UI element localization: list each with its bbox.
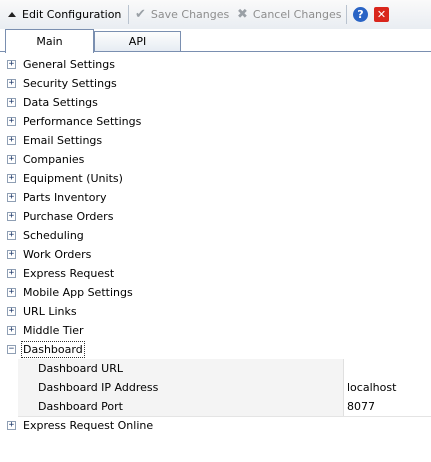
cancel-changes-label: Cancel Changes xyxy=(252,8,342,21)
tree-item-equipment-units[interactable]: + Equipment (Units) xyxy=(0,169,431,188)
tree-item-label: Middle Tier xyxy=(23,324,84,337)
cancel-changes-button[interactable]: ✖ Cancel Changes xyxy=(237,0,342,29)
property-name: Dashboard URL xyxy=(18,359,344,378)
save-changes-label: Save Changes xyxy=(150,8,230,21)
tree-item-security-settings[interactable]: + Security Settings xyxy=(0,74,431,93)
tab-api[interactable]: API xyxy=(94,31,181,51)
expand-plus-icon[interactable]: + xyxy=(7,421,16,430)
help-button[interactable]: ? xyxy=(353,0,368,29)
tree-item-label: Dashboard xyxy=(21,341,85,358)
tree-item-label: Mobile App Settings xyxy=(23,286,133,299)
edit-configuration-label: Edit Configuration xyxy=(22,8,122,21)
tab-main[interactable]: Main xyxy=(5,29,94,53)
save-changes-button[interactable]: ✔ Save Changes xyxy=(135,0,229,29)
property-row-dashboard-url: Dashboard URL xyxy=(18,359,431,379)
tree-item-label: Scheduling xyxy=(23,229,84,242)
tree-item-label: Data Settings xyxy=(23,96,98,109)
tree-item-label: Performance Settings xyxy=(23,115,142,128)
tree-item-dashboard[interactable]: − Dashboard xyxy=(0,340,431,359)
tree-item-label: Purchase Orders xyxy=(23,210,114,223)
property-name: Dashboard Port xyxy=(18,397,344,416)
tree-item-scheduling[interactable]: + Scheduling xyxy=(0,226,431,245)
expand-plus-icon[interactable]: + xyxy=(7,250,16,259)
property-name: Dashboard IP Address xyxy=(18,378,344,397)
tree-item-work-orders[interactable]: + Work Orders xyxy=(0,245,431,264)
tab-main-label: Main xyxy=(36,35,63,48)
dashboard-port-value[interactable]: 8077 xyxy=(344,397,431,416)
collapse-minus-icon[interactable]: − xyxy=(7,345,16,354)
dashboard-url-value[interactable] xyxy=(344,359,431,378)
close-button[interactable]: ✕ xyxy=(374,0,389,29)
tree-item-label: Work Orders xyxy=(23,248,92,261)
expand-plus-icon[interactable]: + xyxy=(7,98,16,107)
expand-plus-icon[interactable]: + xyxy=(7,326,16,335)
tree-item-label: Equipment (Units) xyxy=(23,172,123,185)
toolbar-separator xyxy=(128,5,129,24)
dashboard-ip-address-value[interactable]: localhost xyxy=(344,378,431,397)
expand-plus-icon[interactable]: + xyxy=(7,117,16,126)
toolbar-separator xyxy=(346,5,347,24)
help-icon: ? xyxy=(353,7,368,22)
expand-plus-icon[interactable]: + xyxy=(7,60,16,69)
toolbar: Edit Configuration ✔ Save Changes ✖ Canc… xyxy=(0,0,431,30)
tree-item-url-links[interactable]: + URL Links xyxy=(0,302,431,321)
expand-plus-icon[interactable]: + xyxy=(7,174,16,183)
tree-item-middle-tier[interactable]: + Middle Tier xyxy=(0,321,431,340)
tree-item-label: Email Settings xyxy=(23,134,103,147)
property-row-dashboard-ip-address: Dashboard IP Address localhost xyxy=(18,378,431,398)
tree-item-label: Companies xyxy=(23,153,85,166)
expand-plus-icon[interactable]: + xyxy=(7,155,16,164)
tab-api-label: API xyxy=(128,35,147,48)
tree-item-email-settings[interactable]: + Email Settings xyxy=(0,131,431,150)
expand-plus-icon[interactable]: + xyxy=(7,231,16,240)
edit-configuration-button[interactable]: Edit Configuration xyxy=(8,0,121,29)
expand-plus-icon[interactable]: + xyxy=(7,212,16,221)
expand-plus-icon[interactable]: + xyxy=(7,269,16,278)
tree-item-label: Security Settings xyxy=(23,77,117,90)
close-icon: ✕ xyxy=(374,7,389,22)
checkmark-icon: ✔ xyxy=(135,7,146,22)
expand-plus-icon[interactable]: + xyxy=(7,136,16,145)
tree-item-performance-settings[interactable]: + Performance Settings xyxy=(0,112,431,131)
tree-item-label: General Settings xyxy=(23,58,115,71)
expand-plus-icon[interactable]: + xyxy=(7,307,16,316)
expand-plus-icon[interactable]: + xyxy=(7,193,16,202)
expand-plus-icon[interactable]: + xyxy=(7,288,16,297)
tree-item-general-settings[interactable]: + General Settings xyxy=(0,55,431,74)
tree-item-label: Express Request Online xyxy=(23,419,154,432)
tree-item-companies[interactable]: + Companies xyxy=(0,150,431,169)
expand-plus-icon[interactable]: + xyxy=(7,79,16,88)
tree-item-express-request[interactable]: + Express Request xyxy=(0,264,431,283)
tree-item-label: URL Links xyxy=(23,305,77,318)
tree-item-data-settings[interactable]: + Data Settings xyxy=(0,93,431,112)
x-icon: ✖ xyxy=(237,7,248,22)
property-row-dashboard-port: Dashboard Port 8077 xyxy=(18,397,431,417)
collapse-triangle-icon xyxy=(8,12,16,17)
tree-item-parts-inventory[interactable]: + Parts Inventory xyxy=(0,188,431,207)
tree-item-label: Express Request xyxy=(23,267,115,280)
tree-item-express-request-online[interactable]: + Express Request Online xyxy=(0,416,431,435)
tree-item-label: Parts Inventory xyxy=(23,191,107,204)
tree-item-purchase-orders[interactable]: + Purchase Orders xyxy=(0,207,431,226)
tree-item-mobile-app-settings[interactable]: + Mobile App Settings xyxy=(0,283,431,302)
